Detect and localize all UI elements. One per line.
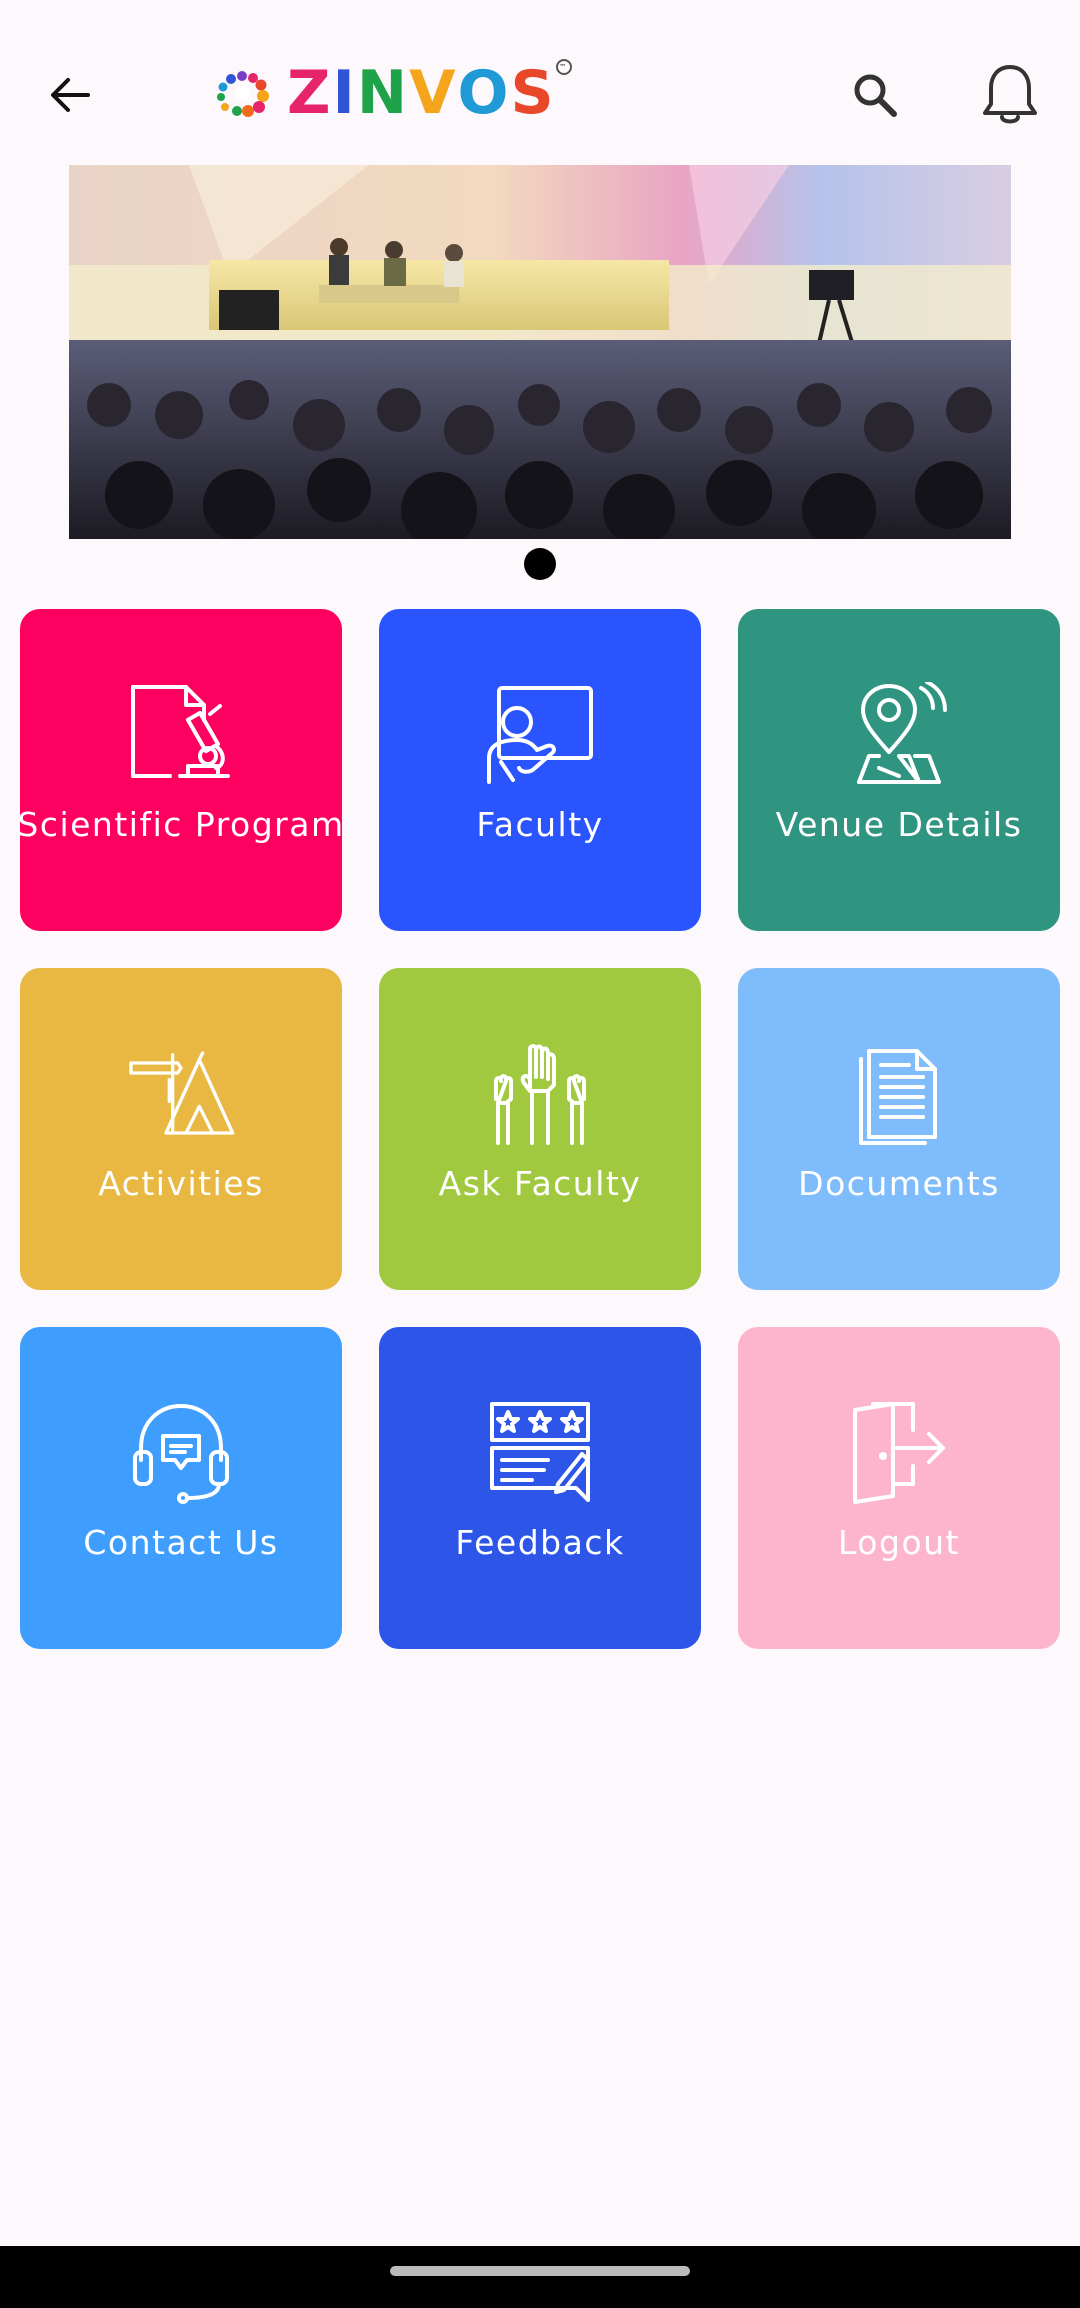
document-microscope-icon: [126, 681, 236, 787]
tile-ask-faculty[interactable]: Ask Faculty: [379, 968, 701, 1290]
carousel-dot-active[interactable]: [524, 548, 556, 580]
documents-icon: [844, 1040, 954, 1146]
zinvos-logo: ZINVOS ™: [215, 58, 572, 128]
tile-feedback[interactable]: Feedback: [379, 1327, 701, 1649]
system-navigation-bar: [0, 2246, 1080, 2308]
tile-label: Feedback: [455, 1523, 625, 1562]
tile-label: Documents: [798, 1164, 1000, 1203]
tile-scientific-program[interactable]: Scientific Program: [17, 609, 345, 931]
tile-documents[interactable]: Documents: [738, 968, 1060, 1290]
app-header: ZINVOS ™: [0, 0, 1080, 165]
home-gesture-handle[interactable]: [390, 2266, 690, 2276]
presenter-screen-icon: [485, 681, 595, 787]
rating-chat-icon: [485, 1399, 595, 1505]
signpost-tent-icon: [126, 1040, 236, 1146]
tile-label: Ask Faculty: [438, 1164, 642, 1203]
logo-letter: Z: [287, 58, 333, 128]
logo-letter: N: [356, 58, 410, 128]
bell-icon: [983, 65, 1037, 124]
logo-letter: O: [457, 58, 511, 128]
event-banner-image[interactable]: [69, 165, 1011, 539]
logout-door-icon: [844, 1399, 954, 1505]
tile-activities[interactable]: Activities: [20, 968, 342, 1290]
tile-label: Scientific Program: [17, 805, 345, 844]
logo-letter: I: [332, 58, 357, 128]
tile-venue-details[interactable]: Venue Details: [738, 609, 1060, 931]
tile-label: Logout: [838, 1523, 960, 1562]
logo-letter: V: [409, 58, 458, 128]
logo-letter: S: [510, 58, 556, 128]
back-button[interactable]: [30, 55, 110, 135]
conference-photo: [69, 165, 1011, 539]
arrow-left-icon: [51, 78, 90, 112]
tile-label: Contact Us: [83, 1523, 279, 1562]
trademark-symbol: ™: [555, 59, 572, 75]
logo-wordmark: ZINVOS ™: [287, 58, 572, 128]
tile-label: Venue Details: [775, 805, 1023, 844]
search-button[interactable]: [835, 55, 915, 135]
tile-label: Faculty: [476, 805, 604, 844]
tile-label: Activities: [98, 1164, 264, 1203]
tile-faculty[interactable]: Faculty: [379, 609, 701, 931]
search-icon: [854, 74, 897, 117]
map-pin-icon: [844, 681, 954, 787]
logo-mark-icon: [217, 71, 269, 117]
notifications-button[interactable]: [965, 50, 1055, 140]
headset-chat-icon: [126, 1399, 236, 1505]
tile-logout[interactable]: Logout: [738, 1327, 1060, 1649]
tile-contact-us[interactable]: Contact Us: [20, 1327, 342, 1649]
raised-hands-icon: [485, 1040, 595, 1146]
